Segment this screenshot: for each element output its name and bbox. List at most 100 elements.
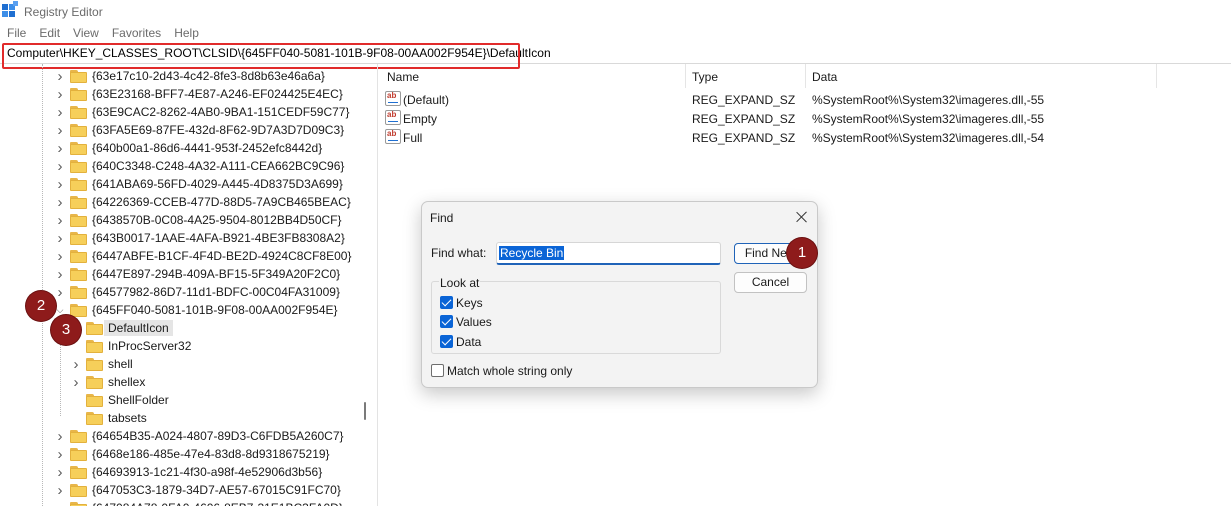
values-checkbox[interactable] (440, 315, 453, 328)
tree-item-key[interactable]: › {64654B35-A024-4807-89D3-C6FDB5A260C7} (54, 427, 344, 445)
tree-item-key[interactable]: › {6447ABFE-B1CF-4F4D-BE2D-4924C8CF8E00} (54, 247, 352, 265)
tree-item-key[interactable]: › {64577982-86D7-11d1-BDFC-00C04FA31009} (54, 283, 340, 301)
chevron-right-icon[interactable]: › (54, 176, 66, 193)
value-name[interactable]: Full (403, 131, 422, 145)
tree-item-subkey-shell[interactable]: › shell (70, 355, 133, 373)
chevron-right-icon[interactable]: › (54, 158, 66, 175)
column-separator[interactable] (685, 64, 686, 88)
tree-item-key[interactable]: › {647084A78-0FA0-4606-8EB7-31E1BC3FA0D} (54, 499, 343, 506)
tree-item-label[interactable]: {643B0017-1AAE-4AFA-B921-4BE3FB8308A2} (92, 231, 345, 245)
tree-item-label[interactable]: {63E9CAC2-8262-4AB0-9BA1-151CEDF59C77} (92, 105, 350, 119)
tree-item-subkey-defaulticon[interactable]: DefaultIcon (70, 319, 173, 337)
chevron-right-icon[interactable]: › (54, 500, 66, 506)
chevron-right-icon[interactable]: › (70, 374, 82, 391)
tree-item-key[interactable]: › {63FA5E69-87FE-432d-8F62-9D7A3D7D09C3} (54, 121, 345, 139)
data-label[interactable]: Data (456, 335, 481, 349)
tree-item-subkey-inprocserver32[interactable]: InProcServer32 (70, 337, 191, 355)
tree-item-label[interactable]: {6438570B-0C08-4A25-9504-8012BB4D50CF} (92, 213, 342, 227)
tree-item-subkey-tabsets[interactable]: tabsets (70, 409, 147, 427)
chevron-right-icon[interactable]: › (54, 68, 66, 85)
tree-item-label[interactable]: ShellFolder (108, 393, 169, 407)
menu-favorites[interactable]: Favorites (105, 26, 167, 40)
tree-item-label[interactable]: {647053C3-1879-34D7-AE57-67015C91FC70} (92, 483, 341, 497)
tree-item-subkey-shellfolder[interactable]: ShellFolder (70, 391, 169, 409)
close-icon[interactable] (794, 209, 810, 225)
chevron-right-icon[interactable]: › (54, 86, 66, 103)
chevron-right-icon[interactable]: › (54, 122, 66, 139)
tree-item-label[interactable]: {647084A78-0FA0-4606-8EB7-31E1BC3FA0D} (92, 501, 343, 506)
column-data[interactable]: Data (812, 70, 837, 84)
chevron-right-icon[interactable]: › (54, 140, 66, 157)
tree-item-expanded-key[interactable]: ⌵ {645FF040-5081-101B-9F08-00AA002F954E} (54, 301, 338, 319)
tree-item-key[interactable]: › {6438570B-0C08-4A25-9504-8012BB4D50CF} (54, 211, 342, 229)
tree-item-label[interactable]: {64226369-CCEB-477D-88D5-7A9CB465BEAC} (92, 195, 351, 209)
tree-item-key[interactable]: › {643B0017-1AAE-4AFA-B921-4BE3FB8308A2} (54, 229, 345, 247)
column-separator[interactable] (1156, 64, 1157, 88)
keys-label[interactable]: Keys (456, 296, 483, 310)
tree-item-label[interactable]: {64654B35-A024-4807-89D3-C6FDB5A260C7} (92, 429, 344, 443)
tree-item-key[interactable]: › {640C3348-C248-4A32-A111-CEA662BC9C96} (54, 157, 345, 175)
menu-edit[interactable]: Edit (32, 26, 66, 40)
menu-file[interactable]: File (0, 26, 32, 40)
tree-item-key[interactable]: › {63E9CAC2-8262-4AB0-9BA1-151CEDF59C77} (54, 103, 350, 121)
tree-item-subkey-shellex[interactable]: › shellex (70, 373, 146, 391)
tree-item-label[interactable]: {640b00a1-86d6-4441-953f-2452efc8442d} (92, 141, 322, 155)
value-name[interactable]: (Default) (403, 93, 449, 107)
tree-item-label[interactable]: {64577982-86D7-11d1-BDFC-00C04FA31009} (92, 285, 340, 299)
tree-item-key[interactable]: › {64693913-1c21-4f30-a98f-4e52906d3b56} (54, 463, 323, 481)
table-row[interactable]: ab Full REG_EXPAND_SZ %SystemRoot%\System32… (380, 128, 1231, 147)
tree-item-key[interactable]: › {641ABA69-56FD-4029-A445-4D8375D3A699} (54, 175, 343, 193)
tree-item-label[interactable]: {63e17c10-2d43-4c42-8fe3-8d8b63e46a6a} (92, 69, 325, 83)
tree-item-label[interactable]: {64693913-1c21-4f30-a98f-4e52906d3b56} (92, 465, 322, 479)
column-type[interactable]: Type (692, 70, 718, 84)
chevron-right-icon[interactable]: › (54, 194, 66, 211)
chevron-right-icon[interactable]: › (54, 230, 66, 247)
tree-item-label[interactable]: {6447ABFE-B1CF-4F4D-BE2D-4924C8CF8E00} (92, 249, 351, 263)
chevron-right-icon[interactable]: › (54, 104, 66, 121)
tree-item-label[interactable]: {640C3348-C248-4A32-A111-CEA662BC9C96} (92, 159, 344, 173)
menu-help[interactable]: Help (167, 26, 205, 40)
tree-scrollbar[interactable] (357, 64, 378, 506)
tree-item-key[interactable]: › {63E23168-BFF7-4E87-A246-EF024425E4EC} (54, 85, 343, 103)
match-whole-label[interactable]: Match whole string only (447, 364, 572, 378)
table-row[interactable]: ab Empty REG_EXPAND_SZ %SystemRoot%\System3… (380, 109, 1231, 128)
column-name[interactable]: Name (387, 70, 419, 84)
chevron-right-icon[interactable]: › (54, 248, 66, 265)
chevron-right-icon[interactable]: › (54, 212, 66, 229)
tree-scroll-thumb[interactable] (364, 402, 366, 420)
tree-item-key[interactable]: › {6468e186-485e-47e4-83d8-8d9318675219} (54, 445, 330, 463)
tree-item-label[interactable]: {6468e186-485e-47e4-83d8-8d9318675219} (92, 447, 330, 461)
chevron-right-icon[interactable]: › (54, 266, 66, 283)
value-name[interactable]: Empty (403, 112, 437, 126)
tree-item-label[interactable]: shell (108, 357, 133, 371)
column-separator[interactable] (805, 64, 806, 88)
table-row[interactable]: ab (Default) REG_EXPAND_SZ %SystemRoot%\Sys… (380, 90, 1231, 109)
chevron-right-icon[interactable]: › (54, 284, 66, 301)
chevron-right-icon[interactable]: › (54, 446, 66, 463)
menu-view[interactable]: View (66, 26, 105, 40)
tree-item-key[interactable]: › {64226369-CCEB-477D-88D5-7A9CB465BEAC} (54, 193, 351, 211)
tree-item-label[interactable]: tabsets (108, 411, 147, 425)
tree-item-label[interactable]: {6447E897-294B-409A-BF15-5F349A20F2C0} (92, 267, 340, 281)
tree-item-key[interactable]: › {6447E897-294B-409A-BF15-5F349A20F2C0} (54, 265, 341, 283)
address-bar[interactable]: Computer\HKEY_CLASSES_ROOT\CLSID\{645FF0… (0, 42, 1231, 69)
tree-item-label[interactable]: {63E23168-BFF7-4E87-A246-EF024425E4EC} (92, 87, 343, 101)
chevron-right-icon[interactable]: › (54, 428, 66, 445)
values-label[interactable]: Values (456, 315, 492, 329)
tree-item-label[interactable]: DefaultIcon (104, 320, 173, 336)
keys-checkbox[interactable] (440, 296, 453, 309)
registry-tree[interactable]: › {63e17c10-2d43-4c42-8fe3-8d8b63e46a6a} ›… (0, 64, 378, 506)
find-what-value[interactable]: Recycle Bin (499, 246, 565, 260)
tree-item-key[interactable]: › {647053C3-1879-34D7-AE57-67015C91FC70} (54, 481, 341, 499)
tree-item-label[interactable]: shellex (108, 375, 145, 389)
chevron-right-icon[interactable]: › (54, 482, 66, 499)
tree-item-label[interactable]: {645FF040-5081-101B-9F08-00AA002F954E} (92, 303, 338, 317)
cancel-button[interactable]: Cancel (734, 272, 807, 293)
chevron-right-icon[interactable]: › (54, 464, 66, 481)
match-whole-checkbox[interactable] (431, 364, 444, 377)
data-checkbox[interactable] (440, 335, 453, 348)
tree-item-label[interactable]: InProcServer32 (108, 339, 191, 353)
tree-item-label[interactable]: {63FA5E69-87FE-432d-8F62-9D7A3D7D09C3} (92, 123, 344, 137)
tree-item-label[interactable]: {641ABA69-56FD-4029-A445-4D8375D3A699} (92, 177, 343, 191)
tree-item-key[interactable]: › {640b00a1-86d6-4441-953f-2452efc8442d} (54, 139, 323, 157)
